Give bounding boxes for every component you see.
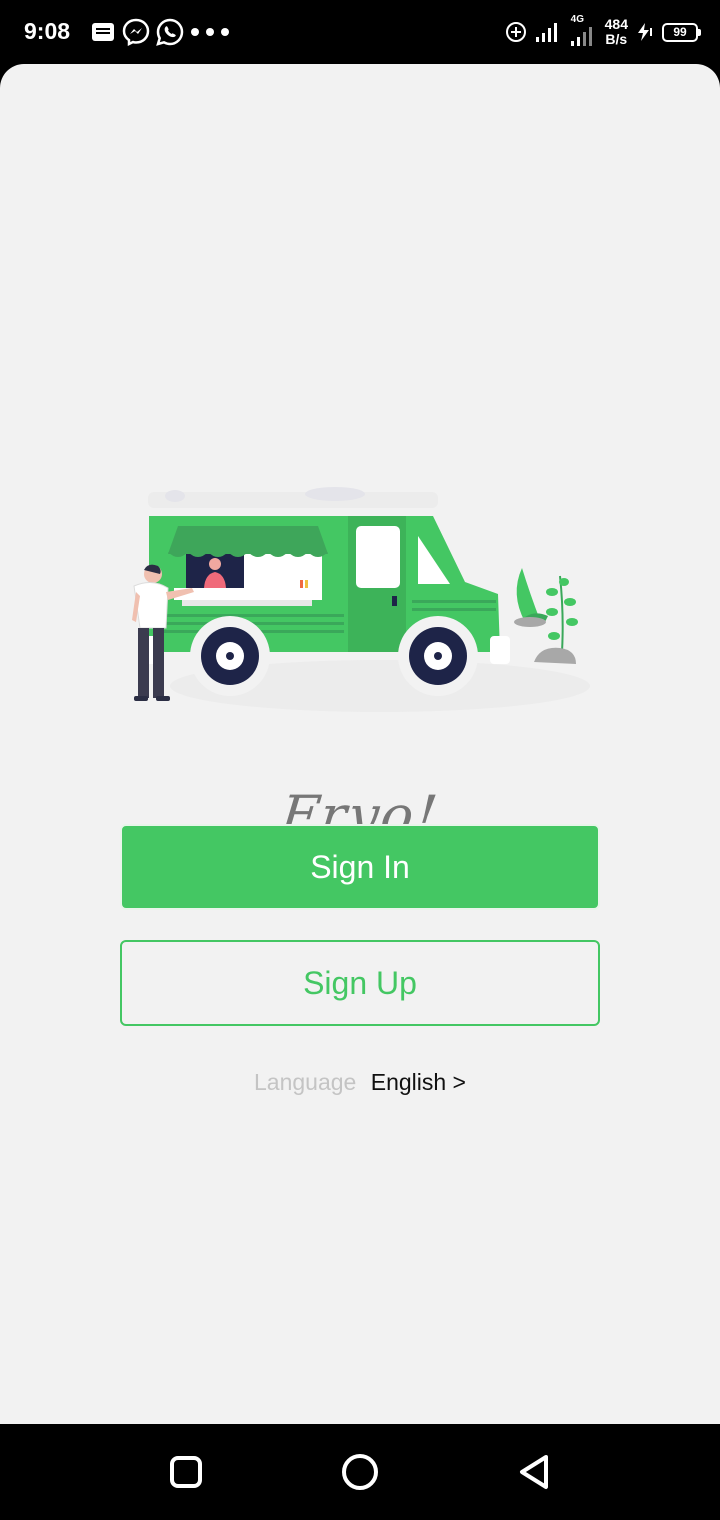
battery-icon: 99 <box>662 22 701 42</box>
welcome-screen: Fryo! Sign In Sign Up Language English > <box>0 64 720 1424</box>
status-time: 9:08 <box>24 18 71 44</box>
back-button[interactable] <box>514 1452 554 1492</box>
whatsapp-icon <box>156 18 184 46</box>
signal-icon <box>535 23 557 42</box>
language-selector[interactable]: Language English > <box>0 1069 720 1096</box>
language-label: Language <box>254 1069 357 1095</box>
more-dots-icon <box>191 28 229 36</box>
speed-value: 484 <box>604 16 628 32</box>
notification-icons <box>90 18 230 46</box>
home-button[interactable] <box>340 1452 380 1492</box>
system-icons: 4G 484 B/s 99 <box>505 14 701 50</box>
message-icon <box>92 23 114 41</box>
messenger-icon <box>122 18 150 46</box>
signal-4g-icon: 4G <box>569 14 597 47</box>
navigation-bar <box>0 1424 720 1520</box>
data-saver-icon <box>505 22 526 42</box>
battery-level: 99 <box>673 25 687 39</box>
recents-button[interactable] <box>166 1452 206 1492</box>
food-truck-illustration <box>132 487 590 712</box>
status-bar: 9:08 4G 484 B/s 99 <box>0 0 720 64</box>
network-speed: 484 B/s <box>605 17 628 47</box>
speed-unit: B/s <box>605 31 628 47</box>
network-type: 4G <box>570 14 584 25</box>
charging-icon <box>638 23 652 41</box>
language-value[interactable]: English > <box>371 1069 466 1095</box>
sign-up-button[interactable]: Sign Up <box>120 940 600 1026</box>
sign-in-button[interactable]: Sign In <box>120 824 600 910</box>
